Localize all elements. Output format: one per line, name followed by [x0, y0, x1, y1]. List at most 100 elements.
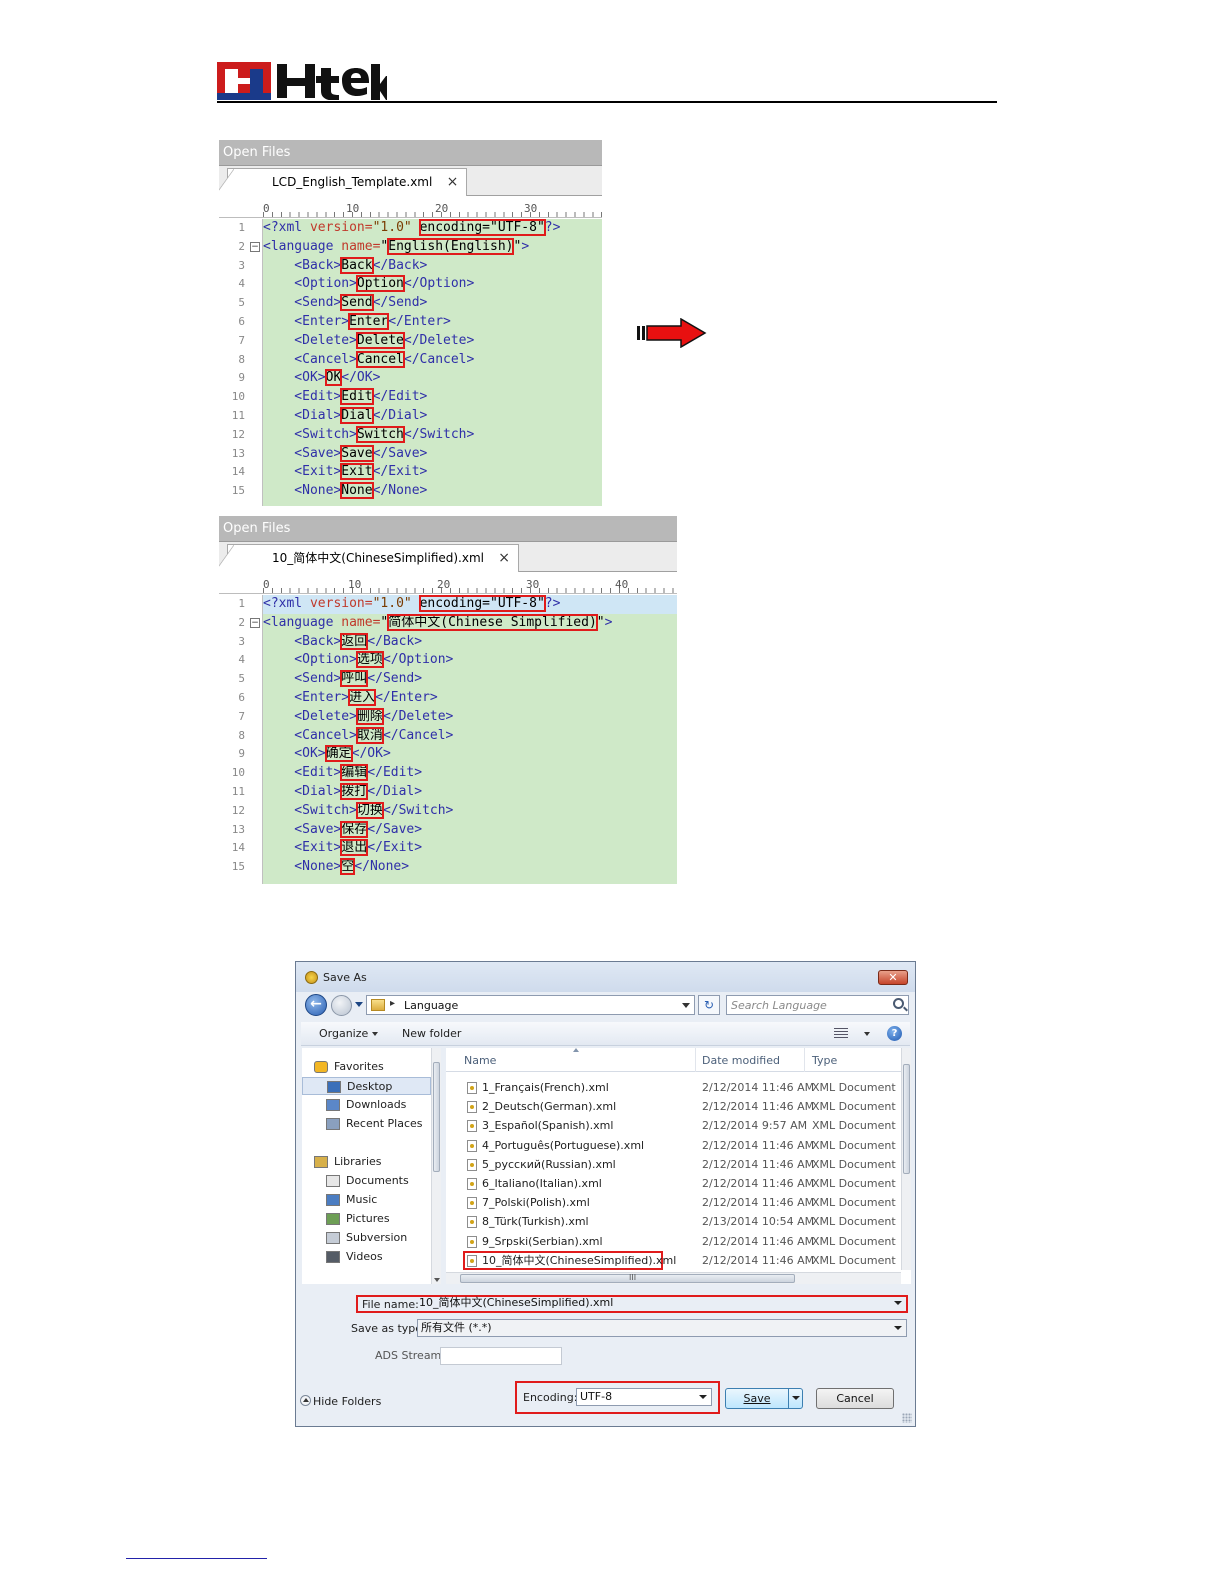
column-type[interactable]: Type — [812, 1054, 837, 1067]
file-row[interactable]: 9_Srpski(Serbian).xml 2/12/2014 11:46 AM X… — [446, 1232, 901, 1251]
ads-stream-field[interactable] — [440, 1347, 562, 1365]
file-row[interactable]: 4_Português(Portuguese).xml 2/12/2014 11:… — [446, 1136, 901, 1155]
code-line[interactable]: <?xml version="1.0" encoding="UTF-8"?> — [263, 595, 677, 614]
nav-item-pictures[interactable]: Pictures — [302, 1210, 431, 1228]
code-line[interactable]: <Enter>Enter</Enter> — [263, 313, 602, 332]
back-arrow-icon[interactable]: ← — [305, 994, 327, 1016]
file-row[interactable]: 1_Français(French).xml 2/12/2014 11:46 AM… — [446, 1078, 901, 1097]
code-line[interactable]: <Cancel>Cancel</Cancel> — [263, 350, 602, 370]
file-tab[interactable]: 10_简体中文(ChineseSimplified).xml × — [219, 544, 519, 573]
nav-item-music[interactable]: Music — [302, 1191, 431, 1209]
hide-folders-button[interactable]: Hide Folders — [300, 1395, 381, 1408]
code-line[interactable]: <Option>选项</Option> — [263, 651, 677, 670]
code-line[interactable]: <Save>Save</Save> — [263, 444, 602, 464]
nav-item-downloads[interactable]: Downloads — [302, 1096, 431, 1114]
address-bar[interactable]: ▸ Language — [366, 995, 695, 1015]
code-line[interactable]: <Back>Back</Back> — [263, 256, 602, 276]
views-icon[interactable] — [834, 1028, 848, 1039]
nav-item-desktop[interactable]: Desktop — [302, 1077, 431, 1095]
file-name-field[interactable]: 10_简体中文(ChineseSimplified).xml — [416, 1296, 906, 1311]
code-line[interactable]: <None>空</None> — [263, 858, 677, 877]
file-row[interactable]: 6_Italiano(Italian).xml 2/12/2014 11:46 A… — [446, 1174, 901, 1193]
search-box[interactable] — [726, 995, 909, 1015]
nav-item-favorites[interactable]: Favorites — [302, 1058, 431, 1076]
encoding-select[interactable]: UTF-8 — [576, 1388, 712, 1406]
fold-toggle-icon[interactable]: − — [250, 617, 260, 628]
code-line[interactable]: <Delete>删除</Delete> — [263, 707, 677, 727]
nav-item-label: Recent Places — [346, 1117, 423, 1130]
code-line[interactable]: <Option>Option</Option> — [263, 275, 602, 294]
code-area[interactable]: <?xml version="1.0" encoding="UTF-8"?> <l… — [219, 219, 602, 506]
code-token: </Edit> — [367, 765, 423, 781]
code-line[interactable]: <Delete>Delete</Delete> — [263, 331, 602, 351]
code-line[interactable]: <Dial>Dial</Dial> — [263, 407, 602, 426]
file-tab[interactable]: LCD_English_Template.xml × — [219, 168, 468, 197]
close-icon[interactable]: × — [447, 169, 459, 195]
nav-item-documents[interactable]: Documents — [302, 1172, 431, 1190]
code-line[interactable]: <Exit>Exit</Exit> — [263, 463, 602, 482]
nav-item-libraries[interactable]: Libraries — [302, 1153, 431, 1171]
chevron-down-icon[interactable] — [894, 1301, 902, 1305]
code-line[interactable]: <language name= "简体中文(Chinese Simplified)… — [263, 613, 677, 633]
forward-arrow-icon[interactable] — [331, 995, 352, 1016]
file-row[interactable]: 5_русский(Russian).xml 2/12/2014 11:46 AM… — [446, 1155, 901, 1174]
code-line[interactable]: <Exit>退出</Exit> — [263, 839, 677, 858]
code-line[interactable]: <Send>Send</Send> — [263, 294, 602, 313]
file-row[interactable]: 2_Deutsch(German).xml 2/12/2014 11:46 AM X… — [446, 1097, 901, 1116]
code-line[interactable]: <Save>保存</Save> — [263, 820, 677, 840]
refresh-icon[interactable]: ↻ — [698, 995, 720, 1015]
nav-item-videos[interactable]: Videos — [302, 1248, 431, 1266]
close-button[interactable]: ✕ — [878, 970, 908, 985]
help-icon[interactable]: ? — [887, 1026, 902, 1041]
code-line[interactable]: <Switch>切换</Switch> — [263, 801, 677, 821]
code-line[interactable]: <None>None</None> — [263, 482, 602, 501]
close-icon[interactable]: × — [498, 545, 510, 571]
code-line[interactable]: <OK>OK</OK> — [263, 369, 602, 388]
code-line[interactable]: <Switch>Switch</Switch> — [263, 425, 602, 445]
file-row[interactable]: 7_Polski(Polish).xml 2/12/2014 11:46 AM XM… — [446, 1193, 901, 1212]
nav-scrollbar[interactable] — [431, 1048, 441, 1284]
horizontal-scrollbar[interactable]: III — [446, 1272, 901, 1284]
code-line[interactable]: <Edit>Edit</Edit> — [263, 388, 602, 407]
resize-grip[interactable] — [902, 1413, 912, 1423]
search-input[interactable] — [731, 997, 881, 1013]
code-line[interactable]: <Send>呼叫</Send> — [263, 670, 677, 689]
chevron-down-icon[interactable] — [788, 1389, 802, 1408]
code-line[interactable]: <language name="English(English)"> — [263, 237, 602, 257]
search-icon[interactable] — [893, 998, 904, 1009]
code-area[interactable]: <?xml version="1.0" encoding="UTF-8"?> <l… — [219, 595, 677, 884]
chevron-down-icon[interactable] — [699, 1395, 707, 1399]
code-line[interactable]: <Cancel>取消</Cancel> — [263, 726, 677, 746]
file-row[interactable]: 10_简体中文(ChineseSimplified).xml 2/12/2014 … — [446, 1250, 901, 1270]
recent-dropdown-icon[interactable] — [355, 1002, 363, 1007]
chevron-down-icon[interactable] — [864, 1032, 870, 1036]
file-tab-label: LCD_English_Template.xml — [272, 175, 433, 189]
code-line[interactable]: <Dial>拨打</Dial> — [263, 783, 677, 802]
chevron-down-icon[interactable] — [894, 1326, 902, 1330]
breadcrumb-language[interactable]: Language — [404, 999, 458, 1012]
save-button[interactable]: Save — [725, 1388, 803, 1409]
breadcrumb-separator[interactable]: ▸ — [390, 998, 395, 1009]
chevron-down-icon[interactable] — [434, 1278, 440, 1282]
cancel-button[interactable]: Cancel — [816, 1388, 894, 1409]
fold-toggle-icon[interactable]: − — [250, 241, 260, 252]
column-date-modified[interactable]: Date modified — [702, 1054, 780, 1067]
nav-item-recent-places[interactable]: Recent Places — [302, 1115, 431, 1133]
chevron-down-icon[interactable] — [682, 1003, 690, 1008]
scroll-thumb[interactable]: III — [460, 1273, 795, 1283]
scroll-thumb[interactable] — [433, 1062, 440, 1172]
column-name[interactable]: Name — [464, 1054, 496, 1067]
file-row[interactable]: 8_Türk(Turkish).xml 2/13/2014 10:54 AM XML… — [446, 1212, 901, 1231]
organize-button[interactable]: Organize — [319, 1027, 379, 1040]
nav-item-subversion[interactable]: Subversion — [302, 1229, 431, 1247]
code-line[interactable]: <Edit>编辑</Edit> — [263, 764, 677, 783]
file-scrollbar[interactable] — [901, 1048, 911, 1270]
code-line[interactable]: <Enter>进入</Enter> — [263, 689, 677, 708]
file-row[interactable]: 3_Español(Spanish).xml 2/12/2014 9:57 AM X… — [446, 1116, 901, 1135]
save-as-type-select[interactable]: 所有文件 (*.*) — [417, 1319, 907, 1337]
new-folder-button[interactable]: New folder — [402, 1027, 461, 1040]
code-line[interactable]: <Back>返回</Back> — [263, 632, 677, 652]
code-line[interactable]: <OK>确定</OK> — [263, 745, 677, 764]
code-line[interactable]: <?xml version="1.0" encoding="UTF-8"?> — [263, 219, 602, 238]
scroll-thumb[interactable] — [903, 1064, 910, 1174]
